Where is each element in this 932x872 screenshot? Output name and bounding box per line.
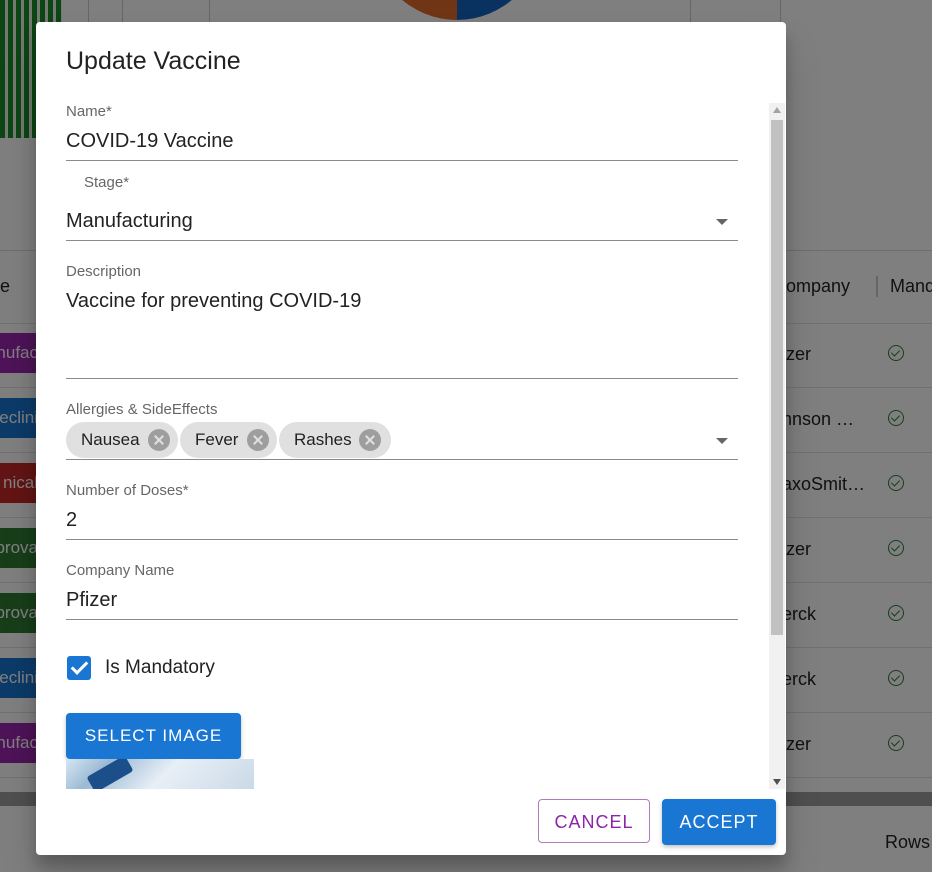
cancel-icon[interactable] [247,429,269,451]
allergies-underline [66,459,738,460]
company-underline [66,619,738,620]
accept-button[interactable]: ACCEPT [662,799,776,845]
chevron-down-icon[interactable] [716,219,728,225]
dialog-content: Name* COVID-19 Vaccine Stage* Manufactur… [36,103,769,789]
scrollbar-thumb[interactable] [771,120,783,635]
update-vaccine-dialog: Update Vaccine Name* COVID-19 Vaccine St… [36,22,786,855]
name-underline [66,160,738,161]
doses-underline [66,539,738,540]
stage-select[interactable]: Manufacturing [66,210,193,233]
dialog-scrollbar[interactable] [769,103,785,789]
company-label: Company Name [66,562,175,579]
company-input[interactable]: Pfizer [66,589,117,612]
chip-label: Nausea [81,430,140,449]
doses-input[interactable]: 2 [66,509,77,532]
chip-label: Fever [195,430,239,449]
cancel-button[interactable]: CANCEL [538,799,650,843]
chip-label: Rashes [294,430,352,449]
doses-label: Number of Doses* [66,482,189,499]
mandatory-label[interactable]: Is Mandatory [105,657,215,679]
vaccine-image-preview [66,759,254,789]
scroll-up-arrow-icon[interactable] [773,107,781,113]
dialog-title: Update Vaccine [66,47,241,75]
stage-label: Stage* [84,174,130,191]
allergies-label: Allergies & SideEffects [66,401,218,418]
mandatory-checkbox[interactable] [67,656,91,680]
chip-fever[interactable]: Fever [180,422,277,458]
name-label: Name* [66,103,112,120]
chip-rashes[interactable]: Rashes [279,422,391,458]
select-image-button[interactable]: SELECT IMAGE [66,713,241,759]
cancel-icon[interactable] [148,429,170,451]
chip-nausea[interactable]: Nausea [66,422,178,458]
description-label: Description [66,263,142,280]
chevron-down-icon[interactable] [716,438,728,444]
stage-underline [66,240,738,241]
description-textarea[interactable]: Vaccine for preventing COVID-19 [66,290,361,313]
scroll-down-arrow-icon[interactable] [773,779,781,785]
name-input[interactable]: COVID-19 Vaccine [66,130,233,153]
description-underline [66,378,738,379]
cancel-icon[interactable] [359,429,381,451]
